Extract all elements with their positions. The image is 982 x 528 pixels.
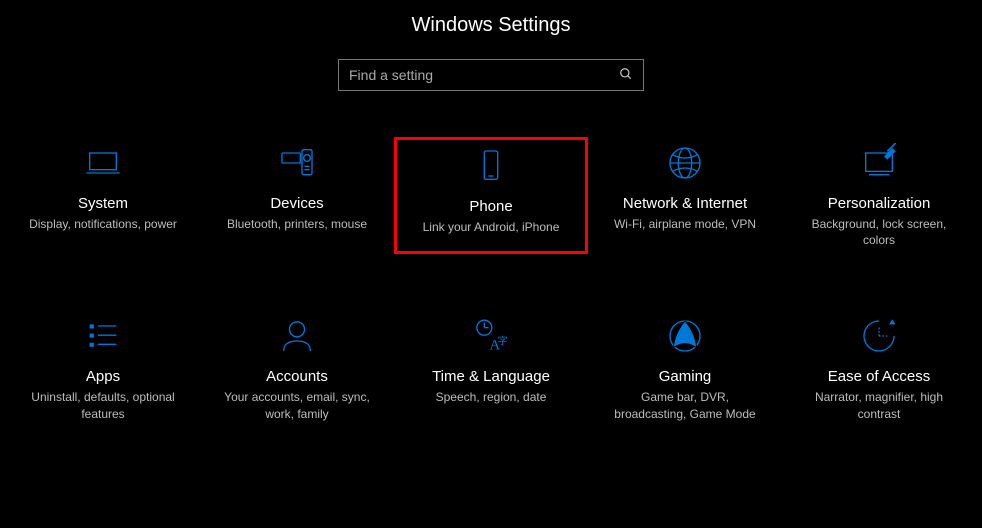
time-language-icon: A 字 xyxy=(471,316,511,356)
tile-apps[interactable]: Apps Uninstall, defaults, optional featu… xyxy=(6,310,200,427)
tile-title: Accounts xyxy=(266,368,328,385)
tile-desc: Link your Android, iPhone xyxy=(423,219,560,235)
tile-title: Apps xyxy=(86,368,120,385)
tile-title: Phone xyxy=(469,198,512,215)
system-icon xyxy=(83,143,123,183)
globe-icon xyxy=(665,143,705,183)
search-input[interactable] xyxy=(349,67,619,83)
tile-system[interactable]: System Display, notifications, power xyxy=(6,137,200,254)
tile-desc: Speech, region, date xyxy=(436,389,547,405)
tile-desc: Background, lock screen, colors xyxy=(799,216,959,248)
svg-text:字: 字 xyxy=(498,335,508,348)
search-box[interactable] xyxy=(338,59,644,91)
accounts-icon xyxy=(277,316,317,356)
tile-desc: Game bar, DVR, broadcasting, Game Mode xyxy=(605,389,765,421)
tile-desc: Display, notifications, power xyxy=(29,216,177,232)
tile-network[interactable]: Network & Internet Wi-Fi, airplane mode,… xyxy=(588,137,782,254)
tile-ease-of-access[interactable]: Ease of Access Narrator, magnifier, high… xyxy=(782,310,976,427)
tile-desc: Bluetooth, printers, mouse xyxy=(227,216,367,232)
devices-icon xyxy=(277,143,317,183)
tile-title: Gaming xyxy=(659,368,712,385)
tile-devices[interactable]: Devices Bluetooth, printers, mouse xyxy=(200,137,394,254)
search-icon xyxy=(619,67,633,84)
tile-time-language[interactable]: A 字 Time & Language Speech, region, date xyxy=(394,310,588,427)
tile-accounts[interactable]: Accounts Your accounts, email, sync, wor… xyxy=(200,310,394,427)
phone-icon xyxy=(471,146,511,186)
tile-desc: Uninstall, defaults, optional features xyxy=(23,389,183,421)
tile-personalization[interactable]: Personalization Background, lock screen,… xyxy=(782,137,976,254)
settings-grid: System Display, notifications, power Dev… xyxy=(0,137,982,428)
tile-gaming[interactable]: Gaming Game bar, DVR, broadcasting, Game… xyxy=(588,310,782,427)
tile-title: Ease of Access xyxy=(828,368,931,385)
tile-desc: Your accounts, email, sync, work, family xyxy=(217,389,377,421)
tile-phone[interactable]: Phone Link your Android, iPhone xyxy=(394,137,588,254)
tile-title: Network & Internet xyxy=(623,195,747,212)
tile-desc: Narrator, magnifier, high contrast xyxy=(799,389,959,421)
header: Windows Settings xyxy=(0,0,982,37)
page-title: Windows Settings xyxy=(0,14,982,37)
apps-icon xyxy=(83,316,123,356)
tile-title: System xyxy=(78,195,128,212)
tile-title: Time & Language xyxy=(432,368,550,385)
gaming-icon xyxy=(665,316,705,356)
personalization-icon xyxy=(859,143,899,183)
ease-of-access-icon xyxy=(859,316,899,356)
tile-title: Personalization xyxy=(828,195,931,212)
tile-title: Devices xyxy=(270,195,323,212)
tile-desc: Wi-Fi, airplane mode, VPN xyxy=(614,216,756,232)
